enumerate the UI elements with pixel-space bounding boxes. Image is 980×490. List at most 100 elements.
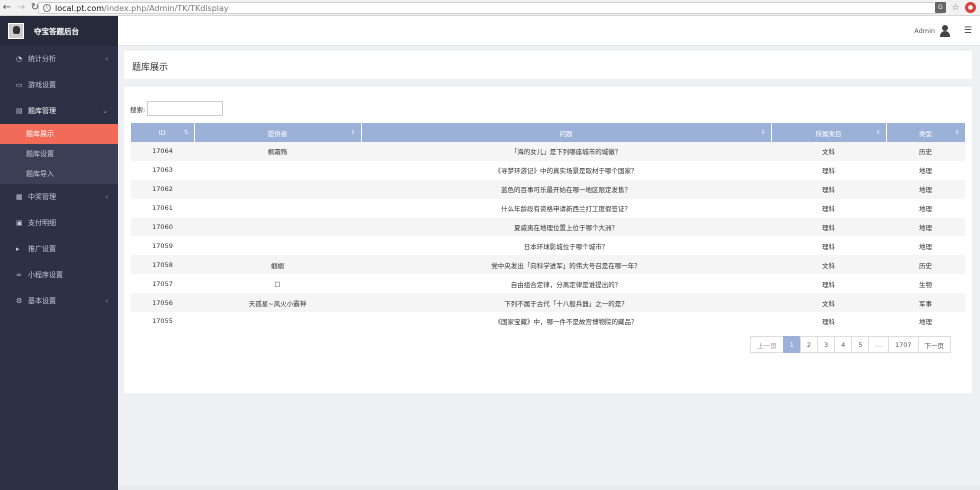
cell-id: 17059 [131, 236, 194, 256]
pagination-prev[interactable]: 上一页 [750, 336, 784, 353]
sidebar-item-stats[interactable]: ◔ 统计分析 ‹ [0, 46, 118, 72]
sidebar-subitem-settings[interactable]: 题库设置 [0, 144, 118, 164]
cell-category: 理科 [771, 236, 886, 256]
sort-icon: ⇕ [760, 129, 766, 136]
pagination-page-last[interactable]: 1707 [887, 336, 919, 353]
sidebar-item-payments[interactable]: ▣ 支付明细 [0, 210, 118, 236]
cell-category: 理科 [771, 217, 886, 237]
cell-category: 理科 [771, 179, 886, 199]
cell-type: 地理 [886, 160, 965, 180]
pagination-next[interactable]: 下一页 [917, 336, 951, 353]
cell-type: 历史 [886, 255, 965, 275]
grid-icon: ▦ [16, 193, 23, 201]
column-header-provider[interactable]: 提供者 ⇕ [194, 123, 362, 142]
pagination-page-2[interactable]: 2 [799, 336, 819, 353]
search-label: 搜索: [130, 105, 146, 114]
translate-icon[interactable]: G [935, 2, 946, 13]
cell-type: 地理 [886, 179, 965, 199]
url-path: /index.php/Admin/TK/TKdisplay [104, 3, 229, 13]
column-header-type[interactable]: 类型 ⇕ [886, 123, 966, 142]
cell-type: 历史 [886, 142, 965, 161]
cell-question: 自由组合定律，分离定律是谁提出的？ [361, 274, 771, 294]
forward-icon[interactable]: → [14, 1, 28, 15]
page-title-box: 题库展示 [124, 51, 972, 79]
cell-id: 17058 [131, 255, 194, 275]
table-row[interactable]: 17062 蓝色的百事可乐最开始在哪一地区限定发售？ 理科 地理 [131, 179, 965, 199]
table-row[interactable]: 17056 天孤星~风火小霸神 下列不属于古代「十八般兵器」之一的是？ 文科 军… [131, 293, 965, 313]
pagination-page-3[interactable]: 3 [817, 336, 836, 353]
sidebar-item-label: 推广设置 [28, 245, 56, 253]
brand-title: 夺宝答题后台 [34, 26, 79, 36]
table-row[interactable]: 17059 日本环球影城位于哪个城市？ 理科 地理 [131, 236, 965, 256]
browser-toolbar: ← → ↻ i local.pt.com/index.php/Admin/TK/… [0, 0, 980, 16]
sidebar-item-label: 基本设置 [28, 297, 56, 305]
table-row[interactable]: 17064 枫霜殇 「海的女儿」是下列哪座城市的城徽？ 文科 历史 [131, 142, 965, 161]
address-bar[interactable]: i local.pt.com/index.php/Admin/TK/TKdisp… [38, 2, 943, 14]
back-icon[interactable]: ← [0, 1, 14, 15]
cell-question: 「海的女儿」是下列哪座城市的城徽？ [361, 142, 771, 161]
cell-question: 夏威夷在地理位置上位于哪个大洲？ [361, 217, 771, 237]
column-header-id[interactable]: ID ⇅ [131, 123, 195, 142]
cell-provider [194, 179, 361, 199]
chevron-down-icon: ⌄ [102, 107, 108, 115]
sidebar-item-question-bank[interactable]: ▤ 题库管理 ⌄ [0, 98, 118, 124]
cell-type: 地理 [886, 236, 965, 256]
cell-type: 地理 [886, 198, 965, 218]
cell-id: 17056 [131, 293, 194, 313]
sidebar-item-game-settings[interactable]: ▭ 游戏设置 [0, 72, 118, 98]
gear-icon: ⚙ [16, 297, 23, 305]
sidebar-item-basic-settings[interactable]: ⚙ 基本设置 ‹ [0, 288, 118, 314]
star-icon[interactable]: ☆ [950, 2, 961, 13]
cell-id: 17064 [131, 142, 194, 161]
cell-id: 17063 [131, 160, 194, 180]
table-header-row: ID ⇅ 提供者 ⇕ 问题 ⇕ 所属类目 ⇕ 类型 ⇕ [131, 123, 966, 142]
search-input[interactable] [147, 101, 224, 116]
cell-category: 文科 [771, 255, 886, 275]
sidebar-subitem-import[interactable]: 题库导入 [0, 164, 118, 184]
pagination-page-4[interactable]: 4 [834, 336, 853, 353]
table-row[interactable]: 17063 《寻梦环游记》中的真实场景是取材于哪个国家？ 理科 地理 [131, 160, 965, 180]
table-row[interactable]: 17061 什么年龄段有资格申请新西兰打工度假签证？ 理科 地理 [131, 198, 965, 218]
pagination-page-1[interactable]: 1 [782, 336, 801, 353]
cell-category: 文科 [771, 293, 886, 313]
sidebar-item-label: 中奖管理 [28, 193, 56, 201]
question-bank-submenu: 题库展示 题库设置 题库导入 [0, 124, 118, 184]
pie-chart-icon: ◔ [16, 55, 23, 63]
table-row[interactable]: 17055 《国家宝藏》中，哪一件不是故宫博物院的藏品？ 理科 地理 [131, 312, 965, 331]
extension-icon[interactable]: ● [965, 2, 976, 13]
pagination-ellipsis: … [868, 336, 889, 353]
chevron-left-icon: ‹ [105, 193, 108, 201]
sidebar-item-prizes[interactable]: ▦ 中奖管理 ‹ [0, 184, 118, 210]
cell-provider [194, 312, 361, 331]
pagination: 上一页 1 2 3 4 5 … 1707 下一页 [750, 336, 951, 353]
hamburger-menu-icon[interactable]: ☰ [964, 26, 972, 36]
column-header-question[interactable]: 问题 ⇕ [361, 123, 772, 142]
table-row[interactable]: 17060 夏威夷在地理位置上位于哪个大洲？ 理科 地理 [131, 217, 965, 237]
sidebar-item-label: 小程序设置 [28, 271, 63, 279]
sidebar-item-promotion[interactable]: ▸ 推广设置 [0, 236, 118, 262]
column-header-category[interactable]: 所属类目 ⇕ [771, 123, 887, 142]
user-icon[interactable] [940, 25, 950, 37]
pagination-page-5[interactable]: 5 [851, 336, 870, 353]
card-icon: ▣ [16, 219, 23, 227]
link-icon: ∞ [16, 271, 22, 279]
sidebar-subitem-display[interactable]: 题库展示 [0, 124, 118, 144]
search-row: 搜索: [130, 101, 224, 116]
cell-provider: 蝈蝈 [194, 255, 361, 275]
brand[interactable]: 夺宝答题后台 [0, 16, 118, 46]
sort-icon: ⇕ [350, 129, 356, 136]
table-row[interactable]: 17057 □ 自由组合定律，分离定律是谁提出的？ 理科 生物 [131, 274, 965, 294]
table-row[interactable]: 17058 蝈蝈 党中央发出「向科学进军」的伟大号召是在哪一年？ 文科 历史 [131, 255, 965, 275]
cell-provider [194, 217, 361, 237]
info-icon[interactable]: i [43, 4, 51, 12]
sidebar-item-miniprogram[interactable]: ∞ 小程序设置 [0, 262, 118, 288]
admin-name[interactable]: Admin [914, 27, 935, 35]
sidebar-item-label: 游戏设置 [28, 81, 56, 89]
sort-icon: ⇕ [875, 129, 881, 136]
cell-id: 17061 [131, 198, 194, 218]
footer-strip [118, 486, 980, 490]
cell-category: 文科 [771, 142, 886, 161]
cell-provider [194, 160, 361, 180]
sort-icon: ⇕ [954, 129, 960, 136]
cell-question: 下列不属于古代「十八般兵器」之一的是？ [361, 293, 771, 313]
